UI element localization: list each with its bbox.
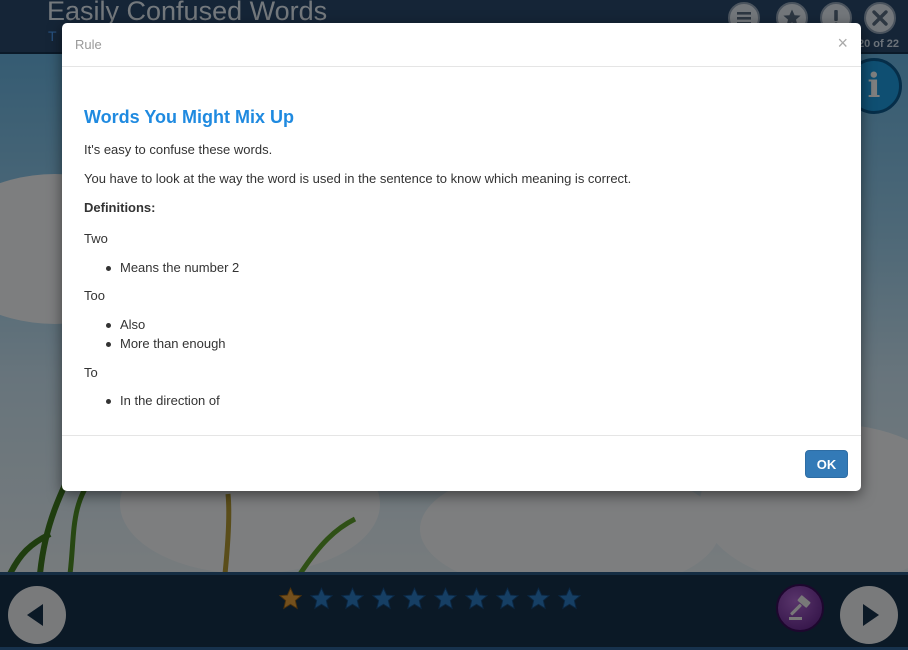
modal-header: Rule × [62,23,861,67]
term-two: Two [84,231,108,246]
definitions-heading: Definitions: [84,200,156,215]
meaning-item: Also [105,317,146,332]
meaning-item: More than enough [106,336,226,351]
rule-dialog: Rule × Words You Might Mix Up It's easy … [62,23,861,491]
term-to: To [84,365,98,380]
ok-button[interactable]: OK [805,450,848,478]
instruction-text: You have to look at the way the word is … [84,171,632,186]
meaning-item: Means the number 2 [105,260,240,275]
modal-footer: OK [62,435,861,492]
close-icon[interactable]: × [837,34,848,52]
rule-heading: Words You Might Mix Up [84,107,294,127]
modal-body: Words You Might Mix Up It's easy to conf… [84,67,844,435]
meaning-item: In the direction of [106,393,220,408]
term-too: Too [84,288,105,303]
modal-title: Rule [75,37,102,52]
intro-text: It's easy to confuse these words. [84,142,273,157]
